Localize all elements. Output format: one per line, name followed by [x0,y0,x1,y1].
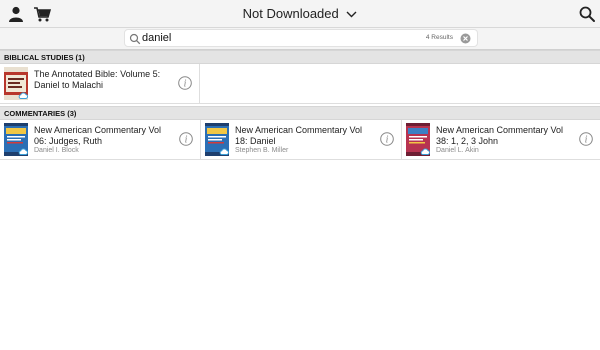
svg-text:i: i [184,79,187,90]
top-bar: Not Downloaded [0,0,600,28]
search-bar: daniel 4 Results [0,28,600,50]
book-row: The Annotated Bible: Volume 5: Daniel to… [0,64,600,104]
results-count: 4 Results [425,34,453,41]
book-item[interactable]: New American Commentary Vol 38: 1, 2, 3 … [402,120,600,160]
info-icon[interactable]: i [178,76,192,90]
search-query: daniel [142,32,172,44]
book-title: New American Commentary Vol 18: Daniel [235,125,375,146]
book-title-line: 06: Judges, Ruth [34,135,103,146]
info-icon[interactable]: i [380,132,394,146]
book-author: Daniel L. Akin [436,147,479,154]
book-title: New American Commentary Vol 38: 1, 2, 3 … [436,125,576,146]
svg-text:i: i [386,135,389,146]
svg-text:i: i [585,135,588,146]
book-title-line: New American Commentary Vol [34,125,162,135]
book-item[interactable]: New American Commentary Vol 06: Judges, … [0,120,201,160]
info-icon[interactable]: i [179,132,193,146]
svg-text:i: i [185,135,188,146]
book-row: New American Commentary Vol 06: Judges, … [0,120,600,160]
info-icon[interactable]: i [579,132,593,146]
book-title-line: Daniel to Malachi [34,79,104,90]
cloud-icon [219,148,229,155]
search-input[interactable]: daniel 4 Results [124,29,478,47]
search-icon[interactable] [578,5,596,23]
search-icon [129,33,141,45]
cloud-icon [18,148,28,155]
cloud-icon [420,148,430,155]
book-title-line: 38: 1, 2, 3 John [436,135,499,146]
book-title-line: New American Commentary Vol [436,125,564,135]
clear-icon[interactable] [460,33,471,44]
book-author: Stephen B. Miller [235,147,289,154]
book-title-line: New American Commentary Vol [235,125,363,135]
page-title: Not Downloaded [242,6,339,21]
cloud-icon [18,92,28,99]
chevron-down-icon [346,11,357,18]
book-item[interactable]: New American Commentary Vol 18: Daniel S… [201,120,402,160]
book-title: New American Commentary Vol 06: Judges, … [34,125,174,146]
book-title-line: The Annotated Bible: Volume 5: [34,69,161,79]
book-author: Daniel I. Block [34,147,79,154]
book-title: The Annotated Bible: Volume 5: Daniel to… [34,69,174,90]
book-item[interactable]: The Annotated Bible: Volume 5: Daniel to… [0,64,200,104]
library-filter-dropdown[interactable]: Not Downloaded [0,6,600,21]
section-header-commentaries: COMMENTARIES (3) [0,106,600,120]
book-title-line: 18: Daniel [235,135,276,146]
section-header-biblical-studies: BIBLICAL STUDIES (1) [0,50,600,64]
